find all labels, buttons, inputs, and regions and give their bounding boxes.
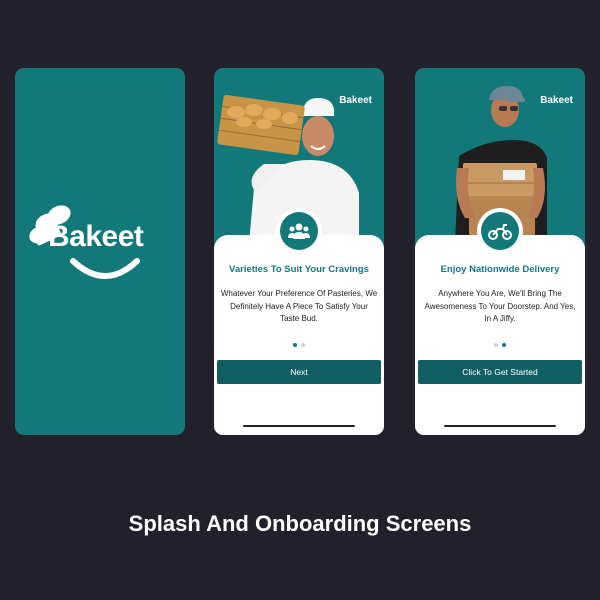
presentation-caption: Splash And Onboarding Screens [128, 511, 472, 536]
home-indicator [444, 425, 556, 427]
onboarding-screen-2: Bakeet Enjoy Nationwide Delivery Anywher… [415, 68, 585, 435]
splash-screen: Bakeet [15, 68, 185, 435]
pagination-dot-1[interactable] [494, 343, 498, 347]
onboarding-title: Varieties To Suit Your Cravings [229, 264, 369, 275]
home-indicator [243, 425, 355, 427]
header-logo-text: Bakeet [540, 95, 573, 106]
onboarding-description: Whatever Your Preference Of Pasteries, W… [220, 289, 378, 323]
get-started-button[interactable]: Click To Get Started [418, 360, 582, 384]
motorbike-icon [488, 224, 512, 240]
onboarding-screen-1: Bakeet Varieties To Suit Your Cravings W… [214, 68, 384, 435]
header-logo-text: Bakeet [339, 95, 372, 106]
pagination-dots [415, 343, 585, 347]
onboarding-title: Enjoy Nationwide Delivery [440, 264, 560, 275]
feature-badge [477, 208, 523, 254]
pagination-dot-2[interactable] [502, 343, 506, 347]
next-button[interactable]: Next [217, 360, 381, 384]
pagination-dots [214, 343, 384, 347]
people-group-icon [288, 223, 310, 239]
pagination-dot-2[interactable] [301, 343, 305, 347]
feature-badge [276, 208, 322, 254]
pagination-dot-1[interactable] [293, 343, 297, 347]
onboarding-description: Anywhere You Are, We'll Bring The Awesom… [424, 289, 576, 323]
splash-logo-text: Bakeet [48, 220, 144, 253]
